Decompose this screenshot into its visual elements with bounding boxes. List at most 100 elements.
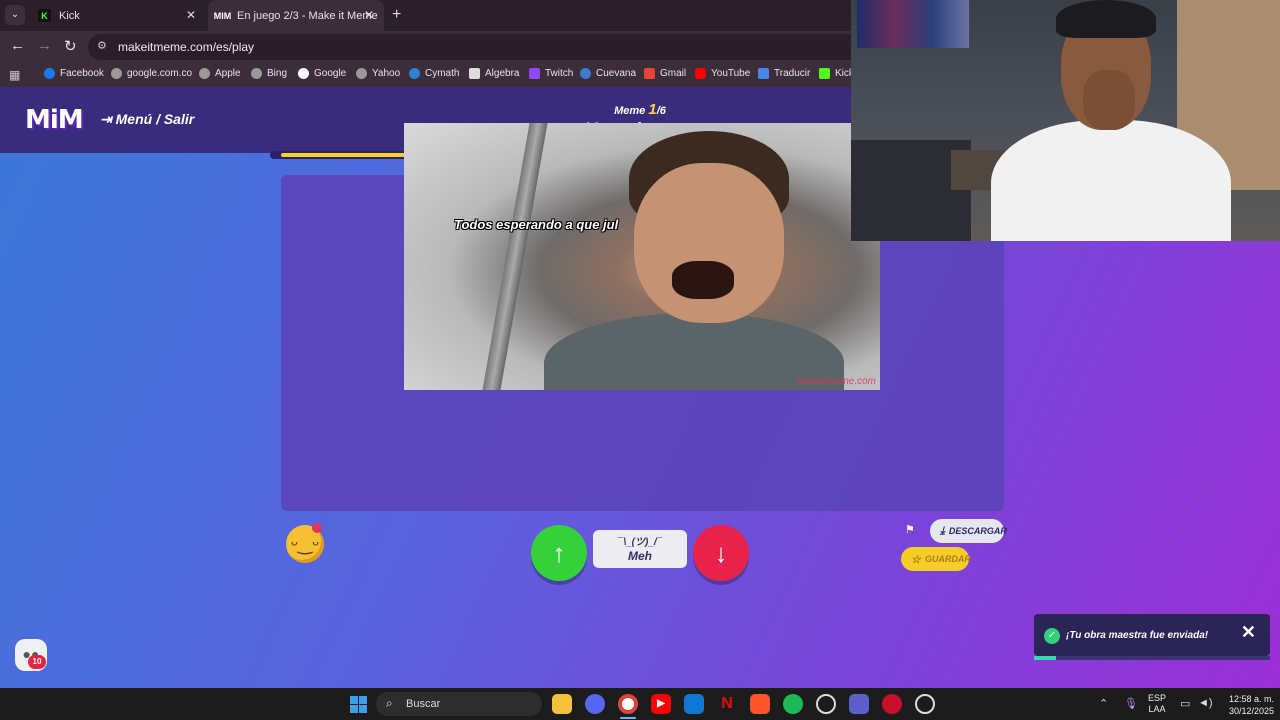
discord-icon[interactable] bbox=[585, 694, 605, 714]
netflix-icon[interactable]: N bbox=[717, 694, 737, 714]
obs-icon[interactable] bbox=[915, 694, 935, 714]
download-button[interactable]: ⤓ DESCARGAR bbox=[930, 519, 1007, 543]
game-app-icon[interactable] bbox=[882, 694, 902, 714]
round-prefix: Meme bbox=[614, 105, 646, 117]
toast-timer bbox=[1034, 656, 1270, 660]
outlook-icon[interactable] bbox=[684, 694, 704, 714]
vote-down-button[interactable]: ↓ bbox=[693, 525, 749, 581]
download-label: DESCARGAR bbox=[948, 526, 1007, 536]
tab-title: En juego 2/3 - Make it Meme bbox=[237, 9, 378, 22]
tab-search-button[interactable]: ⌄ bbox=[5, 5, 25, 25]
save-label: GUARDAR bbox=[924, 554, 971, 564]
bookmark-cuevana[interactable]: Cuevana bbox=[580, 68, 636, 79]
brave-icon[interactable] bbox=[750, 694, 770, 714]
facebook-icon bbox=[44, 68, 55, 79]
bookmark-gmail[interactable]: Gmail bbox=[644, 68, 686, 79]
language-code: ESP bbox=[1148, 693, 1167, 703]
tab-title: Kick bbox=[59, 9, 80, 22]
kick-favicon-icon: K bbox=[38, 9, 51, 22]
search-icon: ⌕ bbox=[386, 696, 393, 710]
close-icon[interactable]: ✕ bbox=[1241, 622, 1256, 643]
streamer-shirt bbox=[991, 120, 1231, 241]
globe-icon bbox=[251, 68, 262, 79]
twitch-icon bbox=[529, 68, 540, 79]
monitor-icon[interactable]: ▭ bbox=[1180, 697, 1190, 710]
volume-icon[interactable]: ◄) bbox=[1198, 697, 1213, 709]
algebra-icon bbox=[469, 68, 480, 79]
spotify-icon[interactable] bbox=[783, 694, 803, 714]
search-label: Buscar bbox=[406, 698, 441, 710]
bookmark-cymath[interactable]: Cymath bbox=[409, 68, 459, 79]
gmail-icon bbox=[644, 68, 655, 79]
bookmark-traducir[interactable]: Traducir bbox=[758, 68, 810, 79]
bookmark-apple[interactable]: Apple bbox=[199, 68, 241, 79]
speedometer-icon[interactable] bbox=[816, 694, 836, 714]
taskbar: ⌕ Buscar ▶ N ⌃ 🎙 ESP LAA ▭ ◄) 12:58 a. m… bbox=[0, 688, 1280, 720]
clock-date: 30/12/2025 bbox=[1228, 706, 1274, 716]
meh-button[interactable]: ¯\_(ツ)_/¯ Meh bbox=[593, 530, 687, 568]
heart-badge-icon bbox=[312, 523, 322, 533]
vote-up-button[interactable]: ↑ bbox=[531, 525, 587, 581]
shrug-face: ¯\_(ツ)_/¯ bbox=[617, 537, 663, 548]
back-icon[interactable]: ← bbox=[10, 37, 25, 54]
microphone-icon[interactable]: 🎙 bbox=[1124, 697, 1138, 710]
streamer-hand bbox=[1083, 70, 1135, 130]
close-icon[interactable]: ✕ bbox=[186, 8, 196, 22]
address-bar[interactable]: ⚙ makeitmeme.com/es/play bbox=[88, 34, 868, 60]
bookmark-google-co[interactable]: google.com.co bbox=[111, 68, 192, 79]
taskbar-search[interactable]: ⌕ Buscar bbox=[376, 692, 542, 716]
cymath-icon bbox=[409, 68, 420, 79]
bookmark-youtube[interactable]: YouTube bbox=[695, 68, 750, 79]
meme-mouth bbox=[672, 261, 734, 299]
streamer-cap bbox=[1056, 0, 1156, 38]
language-indicator[interactable]: ESP LAA bbox=[1148, 693, 1166, 715]
report-flag-icon[interactable]: ⚑ bbox=[905, 523, 915, 536]
bookmark-kick[interactable]: Kick bbox=[819, 68, 854, 79]
bookmark-bing[interactable]: Bing bbox=[251, 68, 287, 79]
save-button[interactable]: ☆ GUARDAR bbox=[901, 547, 971, 571]
meme-face bbox=[634, 163, 784, 323]
apps-grid-icon[interactable]: ▦ bbox=[9, 68, 20, 82]
tab-makeitmeme[interactable]: MIM En juego 2/3 - Make it Meme ✕ bbox=[208, 0, 384, 31]
meh-label: Meh bbox=[628, 549, 652, 563]
meme-pole bbox=[482, 123, 548, 390]
meme-image: Todos esperando a que jul makeitmeme.com bbox=[404, 123, 880, 390]
bookmark-twitch[interactable]: Twitch bbox=[529, 68, 573, 79]
reload-icon[interactable]: ↻ bbox=[64, 37, 77, 55]
file-explorer-icon[interactable] bbox=[552, 694, 572, 714]
chat-unread-badge: 10 bbox=[28, 655, 46, 669]
tab-kick[interactable]: K Kick ✕ bbox=[30, 0, 206, 31]
webcam-overlay bbox=[851, 0, 1280, 241]
bookmark-facebook[interactable]: Facebook bbox=[44, 68, 104, 79]
wall-posters bbox=[857, 0, 969, 48]
download-icon: ⤓ bbox=[940, 524, 945, 537]
chevron-up-icon[interactable]: ⌃ bbox=[1099, 697, 1108, 710]
bookmark-algebra[interactable]: Algebra bbox=[469, 68, 519, 79]
keyboard-layout: LAA bbox=[1148, 704, 1166, 714]
kick-icon bbox=[819, 68, 830, 79]
active-app-indicator bbox=[620, 717, 636, 719]
mim-favicon-icon: MIM bbox=[213, 10, 232, 21]
chrome-icon[interactable] bbox=[618, 694, 638, 714]
new-tab-icon[interactable]: + bbox=[392, 6, 401, 24]
google-icon bbox=[298, 68, 309, 79]
system-clock[interactable]: 12:58 a. m. 30/12/2025 bbox=[1218, 693, 1274, 717]
clock-time: 12:58 a. m. bbox=[1228, 694, 1274, 704]
windows-start-icon[interactable] bbox=[350, 696, 367, 713]
youtube-icon bbox=[695, 68, 706, 79]
close-icon[interactable]: ✕ bbox=[364, 8, 374, 22]
toast-timer-fill bbox=[1034, 656, 1056, 660]
teams-icon[interactable] bbox=[849, 694, 869, 714]
youtube-icon[interactable]: ▶ bbox=[651, 694, 671, 714]
bookmark-google[interactable]: Google bbox=[298, 68, 346, 79]
star-icon: ☆ bbox=[911, 553, 921, 566]
cuevana-icon bbox=[580, 68, 591, 79]
site-info-icon[interactable]: ⚙ bbox=[97, 39, 107, 52]
round-total: /6 bbox=[656, 105, 666, 117]
arrow-up-icon: ↑ bbox=[552, 538, 566, 568]
arrow-down-icon: ↓ bbox=[714, 538, 728, 568]
bookmark-yahoo[interactable]: Yahoo bbox=[356, 68, 400, 79]
toast-message: ¡Tu obra maestra fue enviada! bbox=[1066, 630, 1209, 641]
forward-icon[interactable]: → bbox=[37, 37, 52, 54]
translate-icon bbox=[758, 68, 769, 79]
